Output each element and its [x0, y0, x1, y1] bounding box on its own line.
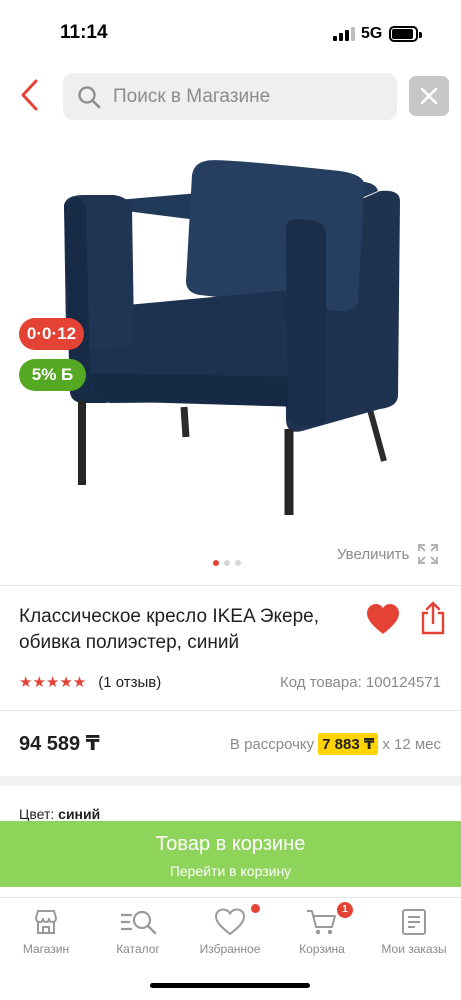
- zoom-label: Увеличить: [337, 545, 410, 563]
- cart-banner-subtitle: Перейти в корзину: [169, 863, 292, 879]
- cart-icon: [307, 910, 336, 935]
- rating[interactable]: ★★★★★ (1 отзыв): [19, 673, 161, 692]
- network-label: 5G: [361, 25, 383, 42]
- color-label: Цвет:: [19, 806, 55, 822]
- pager-dot: [224, 560, 230, 566]
- close-icon: [420, 87, 438, 105]
- reviews-link[interactable]: (1 отзыв): [98, 674, 161, 691]
- installment-prefix: В рассрочку: [229, 735, 315, 753]
- divider: [0, 585, 461, 586]
- tab-shop-label: Магазин: [22, 942, 70, 956]
- color-value: синий: [58, 806, 101, 822]
- close-search-button[interactable]: [409, 76, 449, 116]
- installment-badge: 0·0·12: [19, 318, 84, 350]
- tab-orders[interactable]: Мои заказы: [369, 904, 459, 964]
- tab-catalog-label: Каталог: [116, 942, 160, 956]
- tab-favorites-label: Избранное: [199, 942, 261, 956]
- status-time: 11:14: [60, 22, 108, 43]
- expand-icon: [418, 544, 439, 564]
- tab-catalog[interactable]: Каталог: [93, 904, 183, 964]
- back-button[interactable]: [12, 78, 46, 112]
- tab-orders-label: Мои заказы: [381, 942, 447, 956]
- status-bar: 11:14 5G: [0, 0, 461, 62]
- installment-info[interactable]: В рассрочку 7 883 ₸ х 12 мес: [230, 733, 441, 755]
- search-placeholder: Поиск в Магазине: [113, 86, 271, 107]
- share-button[interactable]: [419, 601, 447, 635]
- cart-banner-title: Товар в корзине: [155, 833, 306, 855]
- color-row: Цвет: синий: [19, 806, 100, 822]
- bonus-badge: 5% Б: [19, 359, 86, 391]
- cart-count-badge: 1: [337, 902, 353, 918]
- share-icon: [421, 601, 445, 635]
- battery-icon: [389, 26, 422, 42]
- go-to-cart-button[interactable]: Товар в корзине Перейти в корзину: [0, 821, 461, 887]
- product-sku: Код товара: 100124571: [280, 674, 441, 691]
- favorite-button[interactable]: [365, 603, 401, 635]
- product-price: 94 589 ₸: [19, 733, 100, 755]
- search-icon: [78, 86, 101, 109]
- divider: [0, 710, 461, 711]
- favorites-icon: [214, 908, 246, 936]
- installment-suffix: х 12 мес: [382, 735, 441, 753]
- favorites-dot-badge: [251, 904, 260, 913]
- tab-cart-label: Корзина: [299, 942, 345, 956]
- product-image[interactable]: [40, 145, 420, 535]
- home-indicator: [150, 983, 310, 988]
- tab-bar: Магазин Каталог Избранное Корзина 1 Мои …: [0, 897, 461, 967]
- search-input[interactable]: Поиск в Магазине: [63, 73, 397, 120]
- back-arrow-icon: [21, 79, 38, 111]
- tab-favorites[interactable]: Избранное: [185, 904, 275, 964]
- pager-dot-active: [213, 560, 219, 566]
- product-title: Классическое кресло IKEA Экере, обивка п…: [19, 606, 320, 653]
- tab-shop[interactable]: Магазин: [1, 904, 91, 964]
- pager-dot: [235, 560, 241, 566]
- image-pager: [213, 560, 241, 566]
- installment-amount: 7 883 ₸: [318, 733, 379, 755]
- section-divider: [0, 776, 461, 786]
- tab-cart[interactable]: Корзина 1: [277, 902, 367, 964]
- zoom-button[interactable]: Увеличить: [337, 543, 439, 565]
- heart-icon: [367, 604, 399, 634]
- rating-stars: ★★★★★: [19, 674, 87, 691]
- orders-icon: [402, 909, 426, 935]
- catalog-icon: [121, 910, 157, 935]
- shop-icon: [34, 910, 58, 934]
- signal-icon: [333, 27, 355, 41]
